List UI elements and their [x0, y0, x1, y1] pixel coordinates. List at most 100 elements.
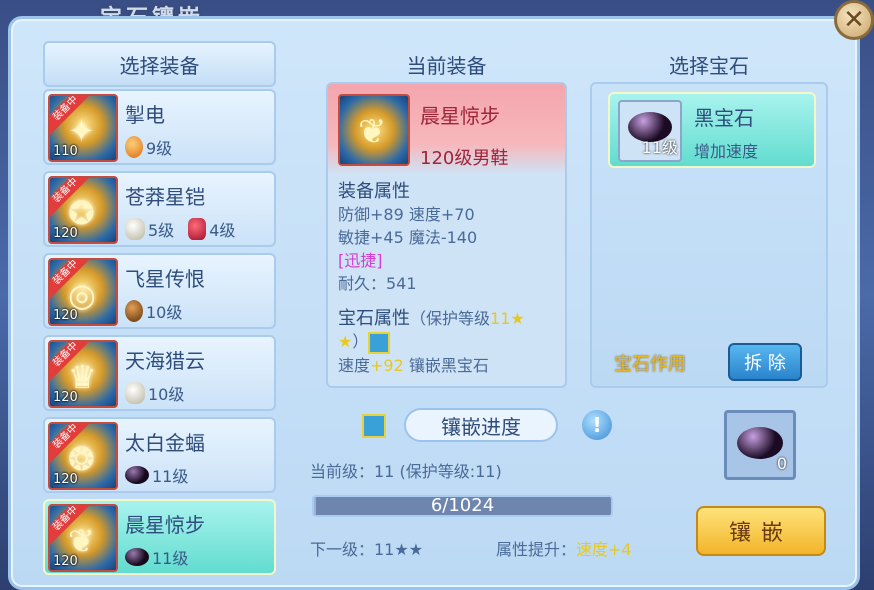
attr-up-value: 速度+4: [576, 540, 632, 559]
white-gem-icon: [125, 218, 145, 240]
protect-text: （保护等级: [410, 309, 491, 328]
orange-gem-icon: [125, 136, 143, 158]
white-gem-icon: [125, 382, 145, 404]
attr-line: 敏捷+45 魔法-140: [338, 228, 478, 247]
item-level: 120: [53, 472, 78, 487]
item-level: 120: [53, 554, 78, 569]
equipment-icon: 装备中 ✪ 120: [48, 176, 118, 244]
gem-level: 4级: [209, 221, 236, 240]
gem-icon: [368, 331, 391, 354]
item-name: 晨星惊步: [125, 513, 205, 537]
equipment-list-header: 选择装备: [43, 41, 276, 87]
gem-tag: 9级: [125, 135, 172, 159]
close-button[interactable]: ✕: [834, 0, 874, 40]
item-name: 太白金蝠: [125, 431, 205, 455]
equipment-item-selected[interactable]: 装备中 ❦ 120 晨星惊步 11级: [43, 499, 276, 575]
equipment-item[interactable]: 装备中 ✪ 120 苍莽星铠 5级 4级: [43, 171, 276, 247]
gem-tag: 11级: [125, 545, 188, 569]
item-level: 120: [53, 226, 78, 241]
star-icon: ★: [510, 309, 525, 328]
star-icon: ★: [338, 332, 353, 351]
next-level: 下一级：11★★: [310, 540, 424, 559]
remove-button[interactable]: 拆 除: [728, 343, 802, 381]
equipment-name: 晨星惊步: [420, 104, 500, 128]
gem-tag: 11级: [125, 463, 188, 487]
progress-title-row: 镶嵌进度: [404, 408, 558, 442]
gem-attr-line: 宝石属性（保护等级11★: [338, 307, 564, 330]
gem-tag: 10级: [125, 381, 184, 405]
attribute-increase: 属性提升：速度+4: [496, 536, 632, 560]
gem-description: 增加速度: [694, 142, 759, 161]
gem-icon: [362, 414, 386, 438]
durability: 耐久：541: [338, 274, 417, 293]
item-name: 天海猎云: [125, 349, 205, 373]
item-level: 110: [53, 144, 78, 159]
gem-level: 10级: [146, 303, 183, 322]
gem-effect-value: +92: [370, 355, 404, 375]
attribute-block: 装备属性 防御+89 速度+70 敏捷+45 魔法-140 [迅捷] 耐久：54…: [338, 180, 564, 377]
gem-effect-link[interactable]: 宝石作用: [614, 350, 686, 376]
gem-row: 10级: [125, 299, 182, 323]
equipment-icon: ❦: [338, 94, 410, 166]
gem-row: 9级: [125, 135, 172, 159]
protect-level: 11: [490, 309, 511, 328]
item-name: 苍莽星铠: [125, 185, 205, 209]
gem-attr-line2: ★）: [338, 330, 564, 354]
red-gem-icon: [188, 218, 207, 240]
gem-attr-header: 宝石属性: [338, 308, 410, 329]
equipment-icon: 装备中 ❦ 120: [48, 504, 118, 572]
progress-value: 6/1024: [430, 495, 495, 516]
current-equipment-header: 当前装备: [406, 54, 487, 78]
equipment-item[interactable]: 装备中 ◎ 120 飞星传恨 10级: [43, 253, 276, 329]
gem-option-icon: 11级: [618, 100, 682, 162]
inlay-progress-title: 镶嵌进度: [404, 408, 558, 442]
gem-tag: 4级: [188, 217, 235, 241]
brown-gem-icon: [125, 300, 143, 322]
black-gem-icon: [125, 548, 149, 566]
gem-level: 11级: [152, 549, 189, 568]
equipment-icon: 装备中 ◎ 120: [48, 258, 118, 326]
gem-effect-attr: 速度: [338, 355, 371, 375]
gem-count: 0: [776, 454, 787, 473]
gem-level: 5级: [148, 221, 175, 240]
paren: ）: [352, 332, 369, 351]
current-equipment-card: ❦ 晨星惊步 120级男鞋 装备属性 防御+89 速度+70 敏捷+45 魔法-…: [326, 82, 567, 388]
gem-level: 11级: [152, 467, 189, 486]
attr-header: 装备属性: [338, 181, 410, 202]
equipment-icon: 装备中 ♛ 120: [48, 340, 118, 408]
gem-level: 11级: [641, 138, 678, 157]
gem-effect-line: 速度+92 镶嵌黑宝石: [338, 354, 564, 377]
item-name: 飞星传恨: [125, 267, 205, 291]
select-gem-header: 选择宝石: [669, 54, 749, 78]
gem-row: 11级: [125, 545, 188, 569]
equipment-list: 装备中 ✦ 110 掣电 9级 装备中 ✪ 120 苍莽星铠 5级 4级 装备中…: [43, 89, 276, 581]
gem-tag: 5级: [125, 217, 174, 241]
gem-inventory-slot[interactable]: 0: [724, 410, 796, 480]
gem-option[interactable]: 11级 黑宝石 增加速度: [608, 92, 816, 168]
special-effect: [迅捷]: [338, 251, 383, 270]
gem-level: 9级: [146, 139, 173, 158]
equipment-item[interactable]: 装备中 ♛ 120 天海猎云 10级: [43, 335, 276, 411]
gem-row: 5级 4级: [125, 217, 235, 241]
item-level: 120: [53, 308, 78, 323]
inlay-button[interactable]: 镶嵌: [696, 506, 826, 556]
equipment-item[interactable]: 装备中 ✦ 110 掣电 9级: [43, 89, 276, 165]
gem-name: 黑宝石: [694, 106, 754, 130]
info-icon[interactable]: !: [582, 410, 612, 440]
current-level: 当前级：11 (保护等级:11): [310, 462, 502, 481]
gem-row: 11级: [125, 463, 188, 487]
progress-bar: 6/1024: [312, 495, 613, 517]
equipment-item[interactable]: 装备中 ❂ 120 太白金蝠 11级: [43, 417, 276, 493]
equipment-subtitle: 120级男鞋: [420, 148, 509, 169]
gem-row: 10级: [125, 381, 184, 405]
equipment-icon: 装备中 ✦ 110: [48, 94, 118, 162]
gem-level: 10级: [148, 385, 185, 404]
gem-tag: 10级: [125, 299, 182, 323]
boots-icon: ❦: [358, 112, 387, 152]
item-level: 120: [53, 390, 78, 405]
attr-line: 防御+89 速度+70: [338, 205, 475, 224]
black-gem-icon: [125, 466, 149, 484]
gem-effect-source: 镶嵌黑宝石: [408, 355, 489, 375]
equipment-icon: 装备中 ❂ 120: [48, 422, 118, 490]
close-icon: ✕: [843, 5, 865, 35]
